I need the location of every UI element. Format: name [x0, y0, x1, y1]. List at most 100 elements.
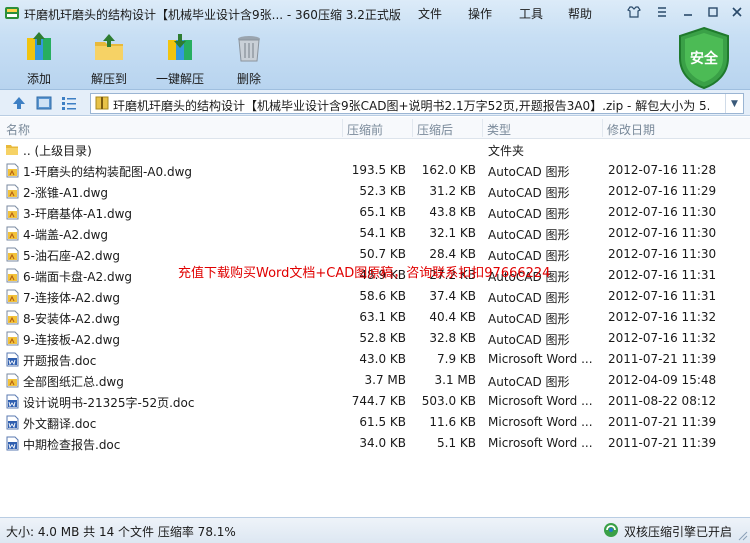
file-type: 文件夹 [488, 144, 525, 158]
folder-icon [6, 145, 18, 155]
column-name[interactable]: 名称 [6, 121, 30, 138]
large-icon-view-icon[interactable] [36, 95, 52, 111]
dwg-file-icon [6, 205, 19, 220]
file-row[interactable]: 8-安装体-A2.dwg 63.1 KB 40.4 KB AutoCAD 图形 2012… [0, 307, 750, 328]
file-compressed-size: 11.6 KB [429, 415, 476, 429]
address-dropdown-icon[interactable]: ▼ [725, 94, 743, 113]
one-click-extract-icon [168, 34, 192, 60]
engine-icon [604, 523, 618, 537]
menu-dropdown-icon[interactable] [653, 4, 671, 20]
file-name: 3-玕磨基体-A1.dwg [23, 207, 133, 221]
one-click-extract-label: 一键解压 [155, 72, 204, 86]
file-compressed-size: 37.4 KB [429, 289, 476, 303]
dwg-file-icon [6, 184, 19, 199]
menu-operation[interactable]: 操作 [468, 5, 492, 22]
file-original-size: 52.3 KB [359, 184, 406, 198]
file-name: 外文翻译.doc [23, 417, 97, 431]
file-modified-date: 2012-07-16 11:29 [608, 184, 717, 198]
file-type: AutoCAD 图形 [488, 228, 570, 242]
skin-icon[interactable] [625, 4, 643, 20]
file-compressed-size: 3.1 MB [434, 373, 476, 387]
file-original-size: 52.8 KB [359, 331, 406, 345]
column-compressed-size[interactable]: 压缩后 [417, 121, 453, 138]
file-name: 1-玕磨头的结构装配图-A0.dwg [23, 165, 193, 179]
minimize-icon[interactable] [679, 4, 697, 20]
close-icon[interactable] [728, 4, 746, 20]
menu-file[interactable]: 文件 [418, 5, 442, 22]
zip-file-icon [95, 96, 109, 110]
file-name: 全部图纸汇总.dwg [23, 375, 124, 389]
file-original-size: 34.0 KB [359, 436, 406, 450]
file-row[interactable]: 7-连接体-A2.dwg 58.6 KB 37.4 KB AutoCAD 图形 2012… [0, 286, 750, 307]
add-button[interactable]: 添加 [9, 32, 69, 88]
doc-file-icon [6, 394, 19, 409]
dwg-file-icon [6, 268, 19, 283]
resize-grip-icon[interactable] [738, 531, 748, 541]
window-header: 玕磨机玕磨头的结构设计【机械毕业设计含9张... - 360压缩 3.2正式版 … [0, 0, 750, 90]
column-original-size[interactable]: 压缩前 [347, 121, 383, 138]
file-original-size: 58.6 KB [359, 289, 406, 303]
file-row[interactable]: 4-端盖-A2.dwg 54.1 KB 32.1 KB AutoCAD 图形 2012-… [0, 223, 750, 244]
file-type: AutoCAD 图形 [488, 312, 570, 326]
file-original-size: 50.7 KB [359, 247, 406, 261]
file-modified-date: 2011-08-22 08:12 [608, 394, 717, 408]
file-compressed-size: 162.0 KB [421, 163, 476, 177]
file-name: 设计说明书-21325字-52页.doc [23, 396, 195, 410]
file-row[interactable]: 全部图纸汇总.dwg 3.7 MB 3.1 MB AutoCAD 图形 2012-04-… [0, 370, 750, 391]
file-modified-date: 2012-07-16 11:31 [608, 268, 717, 282]
menu-help[interactable]: 帮助 [568, 5, 592, 22]
security-label: 安全 [690, 51, 718, 67]
file-name: 9-连接板-A2.dwg [23, 333, 121, 347]
file-modified-date: 2012-07-16 11:32 [608, 310, 717, 324]
doc-file-icon [6, 415, 19, 430]
file-original-size: 61.5 KB [359, 415, 406, 429]
address-row: 玕磨机玕磨头的结构设计【机械毕业设计含9张CAD图+说明书2.1万字52页,开题… [0, 90, 750, 116]
dwg-file-icon [6, 226, 19, 241]
file-list: .. (上级目录) 文件夹 1-玕磨头的结构装配图-A0.dwg 193.5 KB 16… [0, 139, 750, 517]
file-row[interactable]: 1-玕磨头的结构装配图-A0.dwg 193.5 KB 162.0 KB AutoCA… [0, 160, 750, 181]
one-click-extract-button[interactable]: 一键解压 [148, 32, 212, 88]
file-original-size: 744.7 KB [351, 394, 406, 408]
file-row[interactable]: 中期检查报告.doc 34.0 KB 5.1 KB Microsoft Word ..… [0, 433, 750, 454]
dwg-file-icon [6, 310, 19, 325]
file-compressed-size: 31.2 KB [429, 184, 476, 198]
file-compressed-size: 32.8 KB [429, 331, 476, 345]
file-name: 5-油石座-A2.dwg [23, 249, 121, 263]
file-row[interactable]: 2-涨锥-A1.dwg 52.3 KB 31.2 KB AutoCAD 图形 2012-… [0, 181, 750, 202]
file-type: AutoCAD 图形 [488, 207, 570, 221]
file-compressed-size: 40.4 KB [429, 310, 476, 324]
file-type: Microsoft Word ... [488, 415, 593, 429]
file-type: AutoCAD 图形 [488, 165, 570, 179]
file-original-size: 65.1 KB [359, 205, 406, 219]
maximize-icon[interactable] [704, 4, 722, 20]
dwg-file-icon [6, 247, 19, 262]
file-row[interactable]: 设计说明书-21325字-52页.doc 744.7 KB 503.0 KB Micr… [0, 391, 750, 412]
address-bar[interactable]: 玕磨机玕磨头的结构设计【机械毕业设计含9张CAD图+说明书2.1万字52页,开题… [90, 93, 744, 114]
security-shield[interactable]: 安全 [676, 26, 732, 90]
file-modified-date: 2012-07-16 11:31 [608, 289, 717, 303]
column-header: 名称 压缩前 压缩后 类型 修改日期 [0, 117, 750, 139]
extract-to-label: 解压到 [90, 72, 127, 86]
file-row[interactable]: .. (上级目录) 文件夹 [0, 139, 750, 160]
app-logo-icon [5, 7, 19, 19]
file-name: 2-涨锥-A1.dwg [23, 186, 109, 200]
file-row[interactable]: 开题报告.doc 43.0 KB 7.9 KB Microsoft Word ... 2… [0, 349, 750, 370]
menu-tools[interactable]: 工具 [519, 5, 543, 22]
file-row[interactable]: 外文翻译.doc 61.5 KB 11.6 KB Microsoft Word ...… [0, 412, 750, 433]
dwg-file-icon [6, 163, 19, 178]
column-modified-date[interactable]: 修改日期 [607, 121, 655, 138]
file-row[interactable]: 9-连接板-A2.dwg 52.8 KB 32.8 KB AutoCAD 图形 2012… [0, 328, 750, 349]
file-original-size: 63.1 KB [359, 310, 406, 324]
delete-button[interactable]: 删除 [219, 32, 279, 88]
file-name: 4-端盖-A2.dwg [23, 228, 109, 242]
file-compressed-size: 503.0 KB [421, 394, 476, 408]
extract-to-button[interactable]: 解压到 [79, 32, 139, 88]
file-modified-date: 2012-07-16 11:30 [608, 247, 717, 261]
up-arrow-icon[interactable] [11, 95, 27, 111]
column-type[interactable]: 类型 [487, 121, 511, 138]
file-name: 中期检查报告.doc [23, 438, 121, 452]
status-summary: 大小: 4.0 MB 共 14 个文件 压缩率 78.1% [6, 525, 236, 539]
list-view-icon[interactable] [61, 95, 77, 111]
file-row[interactable]: 3-玕磨基体-A1.dwg 65.1 KB 43.8 KB AutoCAD 图形 201… [0, 202, 750, 223]
file-modified-date: 2012-07-16 11:28 [608, 163, 717, 177]
